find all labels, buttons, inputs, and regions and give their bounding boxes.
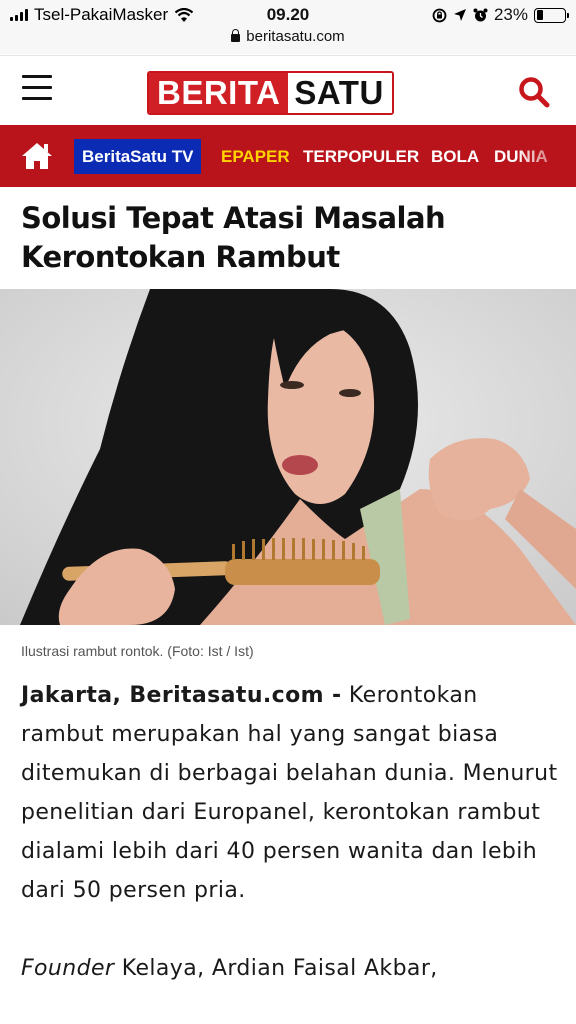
dateline: Jakarta, Beritasatu.com - [21,683,342,708]
battery-icon [534,7,569,23]
article-hero-image [0,289,576,625]
lock-icon [231,29,241,42]
nav-scroll-fade [516,125,576,187]
battery-percent: 23% [493,5,528,24]
paragraph-1-text: Kerontokan rambut merupakan hal yang san… [21,683,558,903]
nav-beritasatu-tv[interactable]: BeritaSatu TV [74,139,202,174]
logo-part2: SATU [288,73,392,113]
paragraph-2-text: Kelaya, Ardian Faisal Akbar, [114,956,438,981]
image-caption: Ilustrasi rambut rontok. (Foto: Ist / Is… [21,643,254,659]
home-icon[interactable] [20,141,54,171]
article-body: Jakarta, Beritasatu.com - Kerontokan ram… [21,676,561,1024]
paragraph-2-italic: Founder [21,956,115,981]
paragraph-1: Jakarta, Beritasatu.com - Kerontokan ram… [21,676,561,910]
site-header: BERITA SATU [0,55,576,125]
menu-icon[interactable] [22,75,52,103]
main-nav: BeritaSatu TV EPAPER TERPOPULER BOLA DUN… [0,125,576,187]
logo-part1: BERITA [149,73,289,113]
nav-terpopuler[interactable]: TERPOPULER [303,147,419,167]
status-bar: Tsel-PakaiMasker 09.20 23% [0,0,576,30]
site-logo[interactable]: BERITA SATU [147,71,394,115]
paragraph-2: Founder Kelaya, Ardian Faisal Akbar, [21,949,561,988]
alarm-icon [473,8,488,21]
nav-epaper[interactable]: EPAPER [221,147,290,167]
rotation-lock-icon [432,8,447,22]
location-icon [453,9,466,21]
nav-bola[interactable]: BOLA [431,147,479,167]
address-bar[interactable]: beritasatu.com [0,28,576,54]
article-title: Solusi Tepat Atasi Masalah Kerontokan Ra… [21,201,446,274]
search-icon[interactable] [518,76,550,108]
url-text: beritasatu.com [246,28,345,45]
status-icons: 23% [432,5,569,25]
